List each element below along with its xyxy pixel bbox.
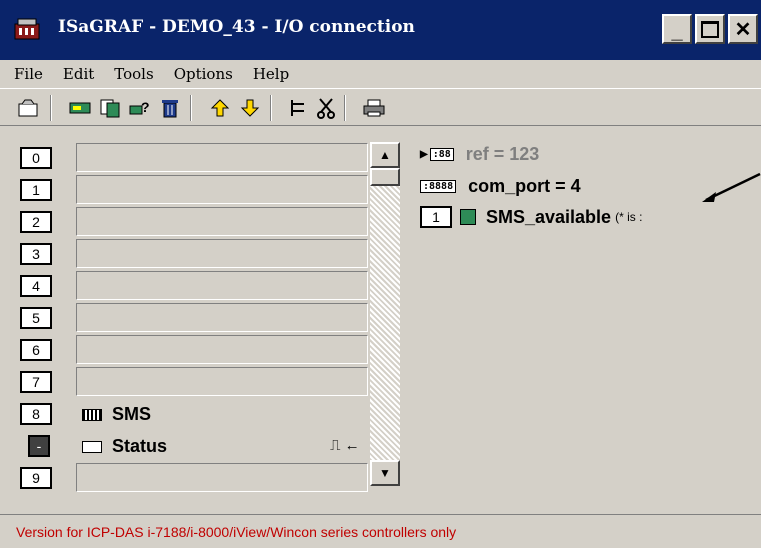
slot-list: 0 1 2 3 4 5 6 7 8 SMS - Status ⎍ ← 9 bbox=[18, 142, 368, 492]
slot-cell[interactable] bbox=[76, 207, 368, 236]
close-icon: ✕ bbox=[734, 18, 752, 41]
menu-edit[interactable]: Edit bbox=[63, 65, 94, 83]
boolean-icon bbox=[460, 209, 476, 225]
slot-cell[interactable] bbox=[76, 463, 368, 492]
integer-icon: :88 bbox=[429, 148, 454, 161]
slot-cell[interactable] bbox=[76, 271, 368, 300]
slot-number[interactable]: - bbox=[28, 435, 50, 457]
pulse-arrow-icon: ⎍ ← bbox=[330, 437, 360, 454]
arrow-up-icon[interactable] bbox=[208, 96, 232, 120]
slot-row-1[interactable]: 1 bbox=[18, 174, 368, 206]
scroll-down-button[interactable]: ▼ bbox=[370, 460, 400, 486]
triangle-up-icon: ▲ bbox=[379, 148, 391, 162]
open-icon[interactable] bbox=[16, 96, 40, 120]
slot-number[interactable]: 3 bbox=[20, 243, 52, 265]
toolbar-separator bbox=[270, 95, 272, 121]
svg-text:?: ? bbox=[141, 99, 150, 115]
cut-icon[interactable] bbox=[314, 96, 338, 120]
slot-number[interactable]: 9 bbox=[20, 467, 52, 489]
triangle-down-icon: ▼ bbox=[379, 466, 391, 480]
menu-file[interactable]: File bbox=[14, 65, 43, 83]
toolbar-separator bbox=[50, 95, 52, 121]
slot-row-4[interactable]: 4 bbox=[18, 270, 368, 302]
slot-cell[interactable] bbox=[76, 303, 368, 332]
var-com-port-text: com_port = 4 bbox=[468, 176, 581, 196]
slot-cell[interactable] bbox=[76, 335, 368, 364]
var-sms-available-text: SMS_available bbox=[486, 206, 612, 227]
slot-row-2[interactable]: 2 bbox=[18, 206, 368, 238]
toolbar-separator bbox=[190, 95, 192, 121]
scroll-up-button[interactable]: ▲ bbox=[370, 142, 400, 168]
slot-row-6[interactable]: 6 bbox=[18, 334, 368, 366]
slot-row-8[interactable]: 8 SMS bbox=[18, 398, 368, 430]
menu-bar: File Edit Tools Options Help bbox=[0, 60, 761, 88]
arrow-down-icon[interactable] bbox=[238, 96, 262, 120]
slot-row-0[interactable]: 0 bbox=[18, 142, 368, 174]
params-icon[interactable]: ? bbox=[128, 96, 152, 120]
slot-row-5[interactable]: 5 bbox=[18, 302, 368, 334]
slot-row-3[interactable]: 3 bbox=[18, 238, 368, 270]
menu-options[interactable]: Options bbox=[174, 65, 233, 83]
slot-number[interactable]: 2 bbox=[20, 211, 52, 233]
tree-icon[interactable] bbox=[286, 96, 310, 120]
board-status[interactable]: Status bbox=[82, 436, 167, 457]
board-name: Status bbox=[112, 436, 168, 456]
maximize-button[interactable] bbox=[695, 14, 725, 44]
slot-number[interactable]: 0 bbox=[20, 147, 52, 169]
board-icon[interactable] bbox=[68, 96, 92, 120]
toolbar: ? bbox=[0, 88, 761, 126]
minimize-icon: _ bbox=[671, 20, 683, 43]
delete-icon[interactable] bbox=[158, 96, 182, 120]
board-icon bbox=[82, 440, 102, 453]
slot-number[interactable]: 5 bbox=[20, 307, 52, 329]
slot-row-7[interactable]: 7 bbox=[18, 366, 368, 398]
slot-cell[interactable] bbox=[76, 239, 368, 268]
annotation-arrow-icon bbox=[702, 172, 761, 202]
var-ref-text: ref = 123 bbox=[465, 144, 540, 164]
minimize-button[interactable]: _ bbox=[662, 14, 692, 44]
maximize-icon bbox=[701, 20, 719, 38]
print-icon[interactable] bbox=[362, 96, 386, 120]
channel-number[interactable]: 1 bbox=[420, 206, 452, 228]
expand-icon: ▶ bbox=[420, 149, 428, 160]
app-icon bbox=[14, 18, 40, 40]
scroll-thumb[interactable] bbox=[370, 168, 400, 186]
status-bar: Version for ICP-DAS i-7188/i-8000/iView/… bbox=[0, 514, 761, 548]
slot-number[interactable]: 4 bbox=[20, 275, 52, 297]
board-name: SMS bbox=[112, 404, 152, 424]
status-text: Version for ICP-DAS i-7188/i-8000/iView/… bbox=[16, 523, 457, 540]
var-com-port[interactable]: :8888 com_port = 4 bbox=[420, 176, 581, 197]
slot-number[interactable]: 1 bbox=[20, 179, 52, 201]
slot-row-9[interactable]: 9 bbox=[18, 462, 368, 494]
menu-help[interactable]: Help bbox=[253, 65, 289, 83]
slot-number[interactable]: 8 bbox=[20, 403, 52, 425]
title-bar: ISaGRAF - DEMO_43 - I/O connection _ ✕ bbox=[0, 0, 761, 60]
vertical-scrollbar[interactable]: ▲ ▼ bbox=[370, 142, 400, 486]
var-ref[interactable]: ▶ :88 ref = 123 bbox=[420, 144, 539, 165]
close-button[interactable]: ✕ bbox=[728, 14, 758, 44]
slot-cell[interactable] bbox=[76, 367, 368, 396]
integer-icon: :8888 bbox=[420, 180, 457, 193]
slot-cell[interactable] bbox=[76, 175, 368, 204]
io-connection-area: 0 1 2 3 4 5 6 7 8 SMS - Status ⎍ ← 9 ▲ ▼… bbox=[0, 126, 761, 514]
slot-row-status[interactable]: - Status ⎍ ← bbox=[18, 430, 368, 462]
var-sms-available[interactable]: 1 SMS_available (* is : bbox=[420, 206, 642, 228]
var-comment: (* is : bbox=[615, 210, 643, 224]
slot-number[interactable]: 7 bbox=[20, 371, 52, 393]
toolbar-separator bbox=[344, 95, 346, 121]
board-sms[interactable]: SMS bbox=[82, 404, 151, 425]
slot-number[interactable]: 6 bbox=[20, 339, 52, 361]
menu-tools[interactable]: Tools bbox=[114, 65, 153, 83]
slot-cell[interactable] bbox=[76, 143, 368, 172]
window-title: ISaGRAF - DEMO_43 - I/O connection bbox=[58, 17, 415, 37]
board-icon bbox=[82, 408, 102, 421]
copy-icon[interactable] bbox=[98, 96, 122, 120]
